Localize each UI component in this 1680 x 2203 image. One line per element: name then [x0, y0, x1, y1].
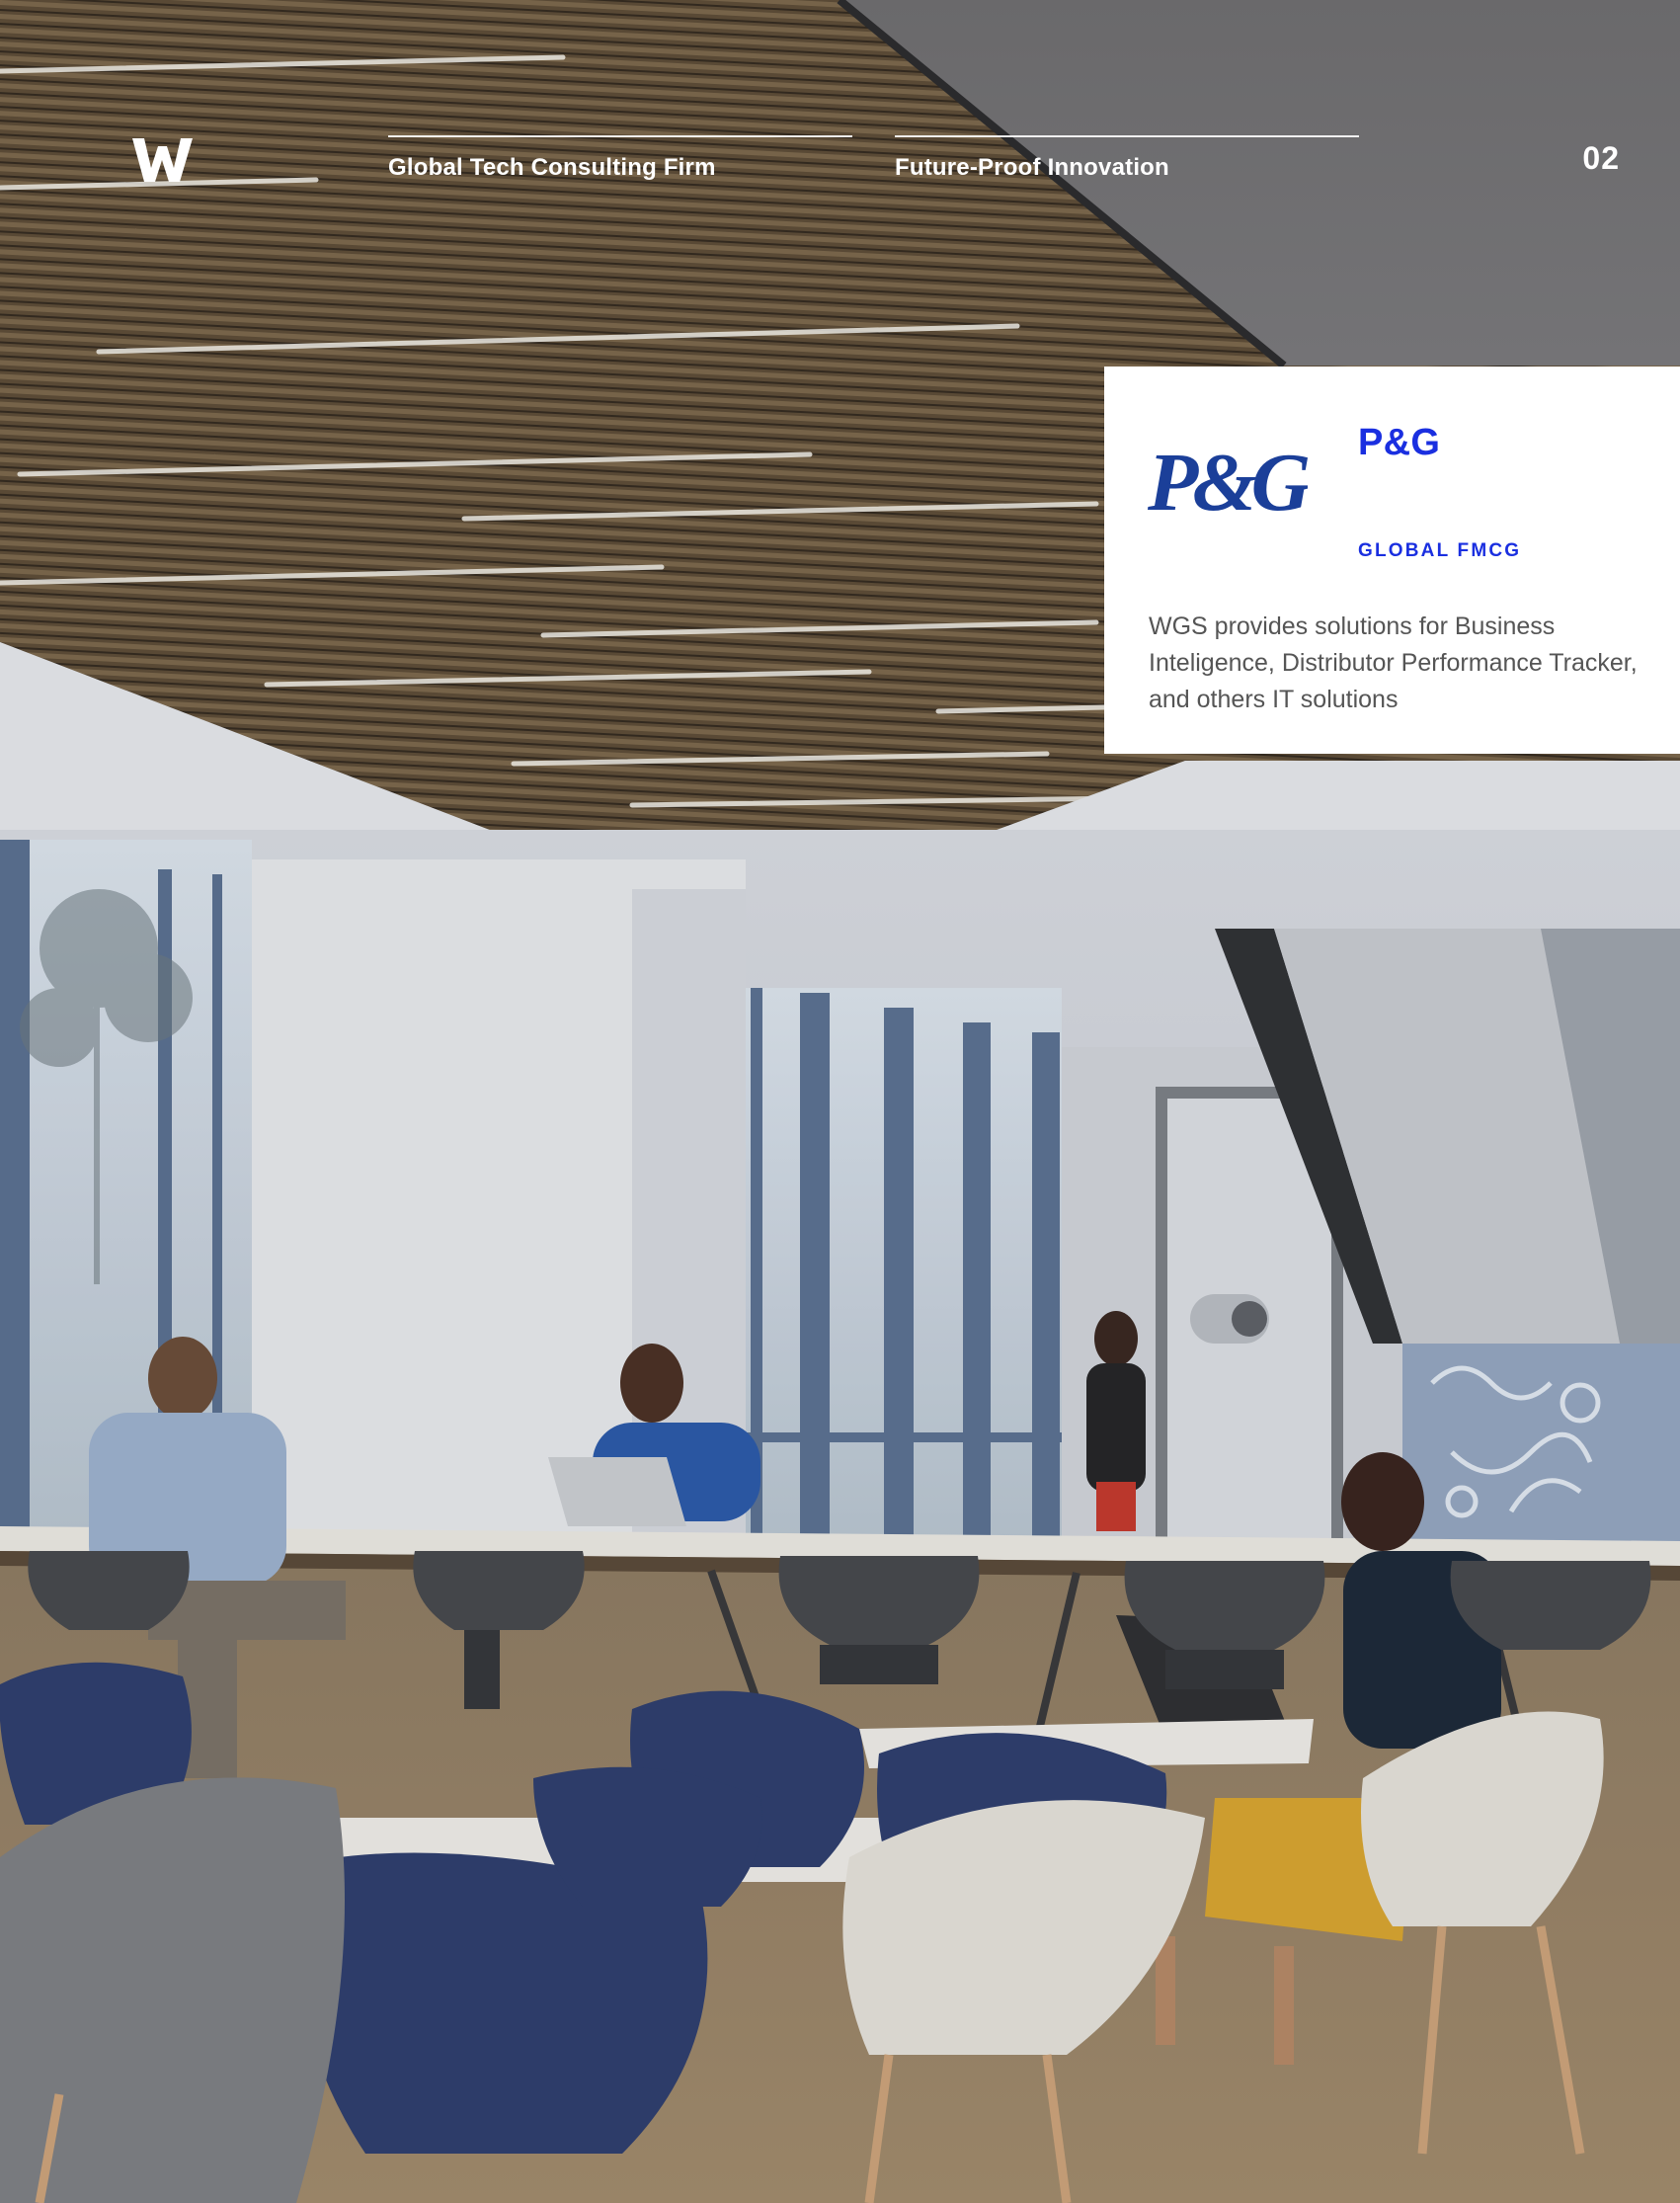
- header-tagline-label: Future-Proof Innovation: [895, 154, 1169, 181]
- client-sector: GLOBAL FMCG: [1358, 540, 1522, 561]
- office-background-photo: [0, 0, 1680, 2203]
- pg-logo: P&G: [1147, 437, 1317, 529]
- header-column-tagline: Future-Proof Innovation: [895, 135, 1359, 182]
- header-column-company: Global Tech Consulting Firm: [388, 135, 852, 182]
- svg-text:P&G: P&G: [1148, 441, 1308, 520]
- wgs-w-logo-icon[interactable]: [130, 134, 196, 184]
- header-company-label: Global Tech Consulting Firm: [388, 154, 716, 181]
- page-number: 02: [1582, 140, 1620, 176]
- client-card: P&G P&G GLOBAL FMCG WGS provides solutio…: [1104, 367, 1680, 754]
- client-description: WGS provides solutions for Business Inte…: [1149, 612, 1638, 713]
- client-name: P&G: [1358, 422, 1441, 463]
